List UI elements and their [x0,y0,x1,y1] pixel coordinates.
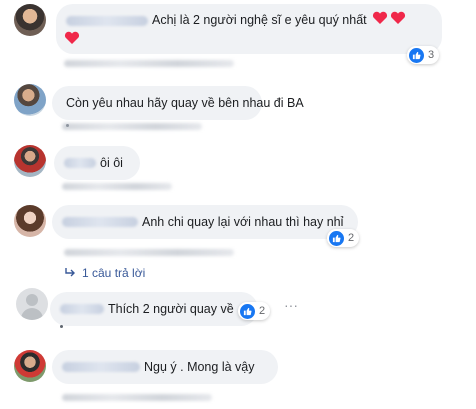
comment-text: Achị là 2 người nghệ sĩ e yêu quý nhất [152,13,367,27]
like-reaction-count[interactable]: 2 [327,229,360,247]
avatar[interactable] [14,4,46,36]
like-count: 3 [428,49,435,61]
comment-text: Ngụ ý . Mong là vậy [144,360,255,374]
comment-actions-blurred[interactable] [62,183,172,190]
comment-text: Còn yêu nhau hãy quay về bên nhau đi BA [66,96,304,110]
comment-actions-blurred[interactable] [64,249,234,256]
comment-bubble: Achị là 2 người nghệ sĩ e yêu quý nhất [56,4,442,54]
view-replies-link[interactable]: 1 câu trả lời [64,266,145,280]
commenter-name-blurred[interactable] [66,15,148,26]
commenter-name-blurred[interactable] [64,158,96,168]
comment-bubble: Anh chi quay lại với nhau thì hay nhỉ [52,205,358,239]
separator-dot [66,124,69,127]
commenter-name-blurred[interactable] [60,304,104,314]
comment-bubble: Ngụ ý . Mong là vậy [52,350,278,384]
comment-actions-blurred[interactable] [62,123,202,130]
replies-label: 1 câu trả lời [82,266,146,280]
commenter-name-blurred[interactable] [62,217,138,227]
commenter-name-blurred[interactable] [62,362,140,372]
comment-actions-blurred[interactable] [64,60,234,67]
avatar[interactable] [14,350,46,382]
avatar[interactable] [16,288,48,320]
like-icon [240,303,255,319]
comment-bubble: Thích 2 người quay về [50,292,258,326]
like-icon [329,230,344,246]
like-count: 2 [259,305,266,317]
comment-actions-blurred[interactable] [62,394,212,401]
comment-text: ôi ôi [100,156,123,170]
like-count: 2 [348,232,355,244]
separator-dot [60,325,63,328]
comment-text: Thích 2 người quay về [108,302,234,316]
heart-emoji [390,11,406,31]
more-options-icon[interactable]: ··· [284,297,298,313]
reply-arrow-icon [64,266,76,280]
comment-bubble: ôi ôi [54,146,140,180]
comment-text: Anh chi quay lại với nhau thì hay nhỉ [142,215,344,229]
like-reaction-count[interactable]: 2 [238,302,271,320]
avatar[interactable] [14,84,46,116]
heart-emoji [64,31,80,51]
like-icon [409,47,424,63]
avatar[interactable] [14,145,46,177]
comment-bubble: Còn yêu nhau hãy quay về bên nhau đi BA [52,86,304,120]
like-reaction-count[interactable]: 3 [407,46,440,64]
avatar[interactable] [14,205,46,237]
heart-emoji [372,11,388,31]
